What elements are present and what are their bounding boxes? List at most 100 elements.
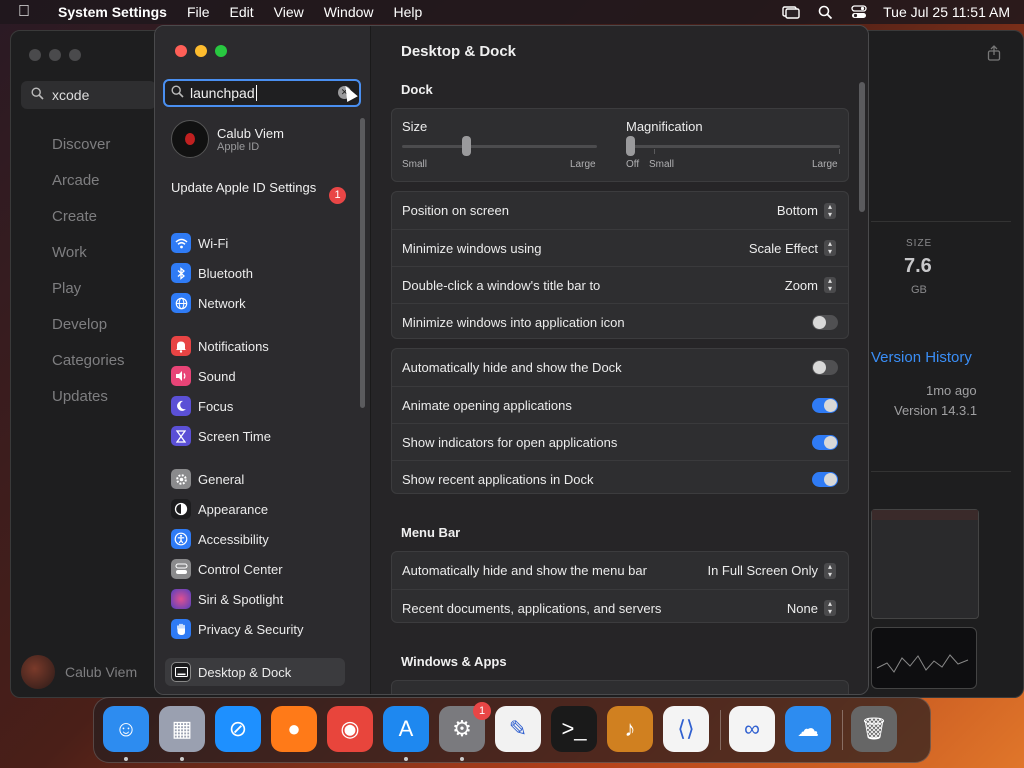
settings-content: Desktop & Dock Dock Size Small Large Mag… (370, 26, 868, 694)
apple-id-account[interactable]: Calub Viem Apple ID (171, 120, 284, 158)
dock-chrome-icon[interactable]: ◉ (327, 706, 373, 752)
apple-menu-icon[interactable]:  (18, 3, 40, 21)
dock-trash-icon[interactable]: 🗑 (851, 706, 897, 752)
sidebar-item-accessibility[interactable]: Accessibility (171, 525, 351, 553)
menu-clock[interactable]: Tue Jul 25 11:51 AM (883, 4, 1010, 20)
row-label: Show indicators for open applications (402, 434, 618, 450)
show-recent-toggle[interactable] (812, 471, 838, 487)
autohide-dock-toggle[interactable] (812, 360, 838, 375)
size-slider[interactable] (402, 145, 597, 148)
sidebar-item-wifi[interactable]: Wi-Fi (171, 229, 351, 257)
minimize-into-icon-toggle[interactable] (812, 314, 838, 330)
dock-visual-studio-icon[interactable]: ∞ (729, 706, 775, 752)
sidebar-item-focus[interactable]: Focus (171, 392, 351, 420)
siri-icon (171, 589, 191, 609)
animate-opening-row[interactable]: Animate opening applications (392, 386, 848, 423)
dock-system-settings-icon[interactable]: ⚙ 1 (439, 702, 491, 752)
minimize-effect-popup[interactable]: Scale Effect ▴ ▾ (749, 240, 836, 256)
show-recent-row[interactable]: Show recent applications in Dock (392, 460, 848, 497)
recent-items-popup[interactable]: None ▴ ▾ (787, 600, 836, 616)
sidebar-item-label: Desktop & Dock (198, 664, 292, 680)
sidebar-item-control-center[interactable]: Control Center (171, 555, 351, 583)
search-icon (171, 85, 184, 101)
dock-weather-icon[interactable]: ☁ (785, 706, 831, 752)
dock-terminal-icon[interactable]: >_ (551, 706, 597, 752)
screenshot-thumbnail[interactable] (871, 509, 979, 619)
row-label: Double-click a window's title bar to (402, 277, 601, 293)
content-scrollbar[interactable] (859, 82, 865, 212)
settings-search-field[interactable]: launchpad ✕ (163, 79, 361, 107)
close-button[interactable] (175, 45, 187, 57)
sidebar-item-siri-spotlight[interactable]: Siri & Spotlight (171, 585, 351, 613)
zoom-button[interactable] (215, 45, 227, 57)
menu-help[interactable]: Help (394, 4, 423, 20)
nav-create[interactable]: Create (52, 208, 125, 244)
autohide-dock-row[interactable]: Automatically hide and show the Dock (392, 349, 848, 386)
dock-safari-icon[interactable]: ⊘ (215, 706, 261, 752)
app-store-user[interactable]: Calub Viem (21, 655, 137, 689)
app-store-nav: Discover Arcade Create Work Play Develop… (52, 136, 125, 424)
app-store-search-field[interactable]: xcode (21, 81, 156, 109)
sidebar-item-label: Control Center (198, 561, 283, 577)
control-center-icon (171, 559, 191, 579)
animate-opening-toggle[interactable] (812, 397, 838, 413)
sidebar-item-appearance[interactable]: Appearance (171, 495, 351, 523)
dock-finder-icon[interactable]: ☺ (103, 706, 149, 752)
sidebar-scrollbar[interactable] (360, 118, 365, 408)
nav-updates[interactable]: Updates (52, 388, 125, 424)
menu-app-name[interactable]: System Settings (58, 4, 167, 20)
sidebar-item-label: Notifications (198, 338, 269, 354)
double-click-row[interactable]: Double-click a window's title bar to Zoo… (392, 266, 848, 303)
nav-categories[interactable]: Categories (52, 352, 125, 388)
menu-window[interactable]: Window (324, 4, 374, 20)
dock-garageband-icon[interactable]: ♪ (607, 706, 653, 752)
dock-app-store-icon[interactable]: A (383, 706, 429, 752)
menu-edit[interactable]: Edit (230, 4, 254, 20)
globe-icon (171, 293, 191, 313)
show-indicators-row[interactable]: Show indicators for open applications (392, 423, 848, 460)
nav-arcade[interactable]: Arcade (52, 172, 125, 208)
sidebar-item-sound[interactable]: Sound (171, 362, 351, 390)
share-icon[interactable] (987, 45, 1001, 64)
sidebar-item-notifications[interactable]: Notifications (171, 332, 351, 360)
menu-view[interactable]: View (274, 4, 304, 20)
magnification-slider[interactable] (626, 145, 840, 148)
sidebar-item-general[interactable]: General (171, 465, 351, 493)
autohide-menubar-popup[interactable]: In Full Screen Only ▴ ▾ (707, 562, 836, 579)
position-popup[interactable]: Bottom ▴ ▾ (777, 202, 836, 219)
sidebar-item-screen-time[interactable]: Screen Time (171, 422, 351, 450)
screenshot-thumbnail[interactable] (871, 627, 977, 689)
spotlight-search-icon[interactable] (818, 5, 833, 20)
version-history-link[interactable]: Version History (871, 349, 972, 366)
notification-badge: 1 (473, 702, 491, 720)
control-center-icon[interactable] (851, 5, 867, 19)
dock-textedit-icon[interactable]: ✎ (495, 706, 541, 752)
sidebar-item-network[interactable]: Network (171, 289, 351, 317)
size-slider-knob[interactable] (462, 136, 472, 156)
recent-items-row[interactable]: Recent documents, applications, and serv… (392, 589, 848, 626)
minimize-button[interactable] (195, 45, 207, 57)
nav-work[interactable]: Work (52, 244, 125, 280)
sidebar-item-label: Wi-Fi (198, 235, 229, 251)
dock-vscode-icon[interactable]: ⟨⟩ (663, 706, 709, 752)
row-label: Position on screen (402, 203, 509, 218)
double-click-popup[interactable]: Zoom ▴ ▾ (785, 277, 836, 293)
minimize-effect-row[interactable]: Minimize windows using Scale Effect ▴ ▾ (392, 229, 848, 266)
sidebar-item-bluetooth[interactable]: Bluetooth (171, 259, 351, 287)
update-apple-id-item[interactable]: Update Apple ID Settings 1 (171, 180, 346, 204)
nav-play[interactable]: Play (52, 280, 125, 316)
autohide-menubar-row[interactable]: Automatically hide and show the menu bar… (392, 552, 848, 589)
minimize-into-icon-row[interactable]: Minimize windows into application icon (392, 303, 848, 340)
screen-mirroring-icon[interactable] (782, 5, 800, 19)
sidebar-item-privacy-security[interactable]: Privacy & Security (171, 615, 351, 643)
dock-firefox-icon[interactable]: ● (271, 706, 317, 752)
nav-discover[interactable]: Discover (52, 136, 125, 172)
dock-glyph: ⟨⟩ (677, 716, 695, 741)
sidebar-item-desktop-dock[interactable]: Desktop & Dock (165, 658, 345, 686)
dock-launchpad-icon[interactable]: ▦ (159, 706, 205, 752)
menu-file[interactable]: File (187, 4, 210, 20)
position-row[interactable]: Position on screen Bottom ▴ ▾ (392, 192, 848, 229)
show-indicators-toggle[interactable] (812, 434, 838, 450)
nav-develop[interactable]: Develop (52, 316, 125, 352)
magnification-slider-knob[interactable] (626, 136, 635, 156)
